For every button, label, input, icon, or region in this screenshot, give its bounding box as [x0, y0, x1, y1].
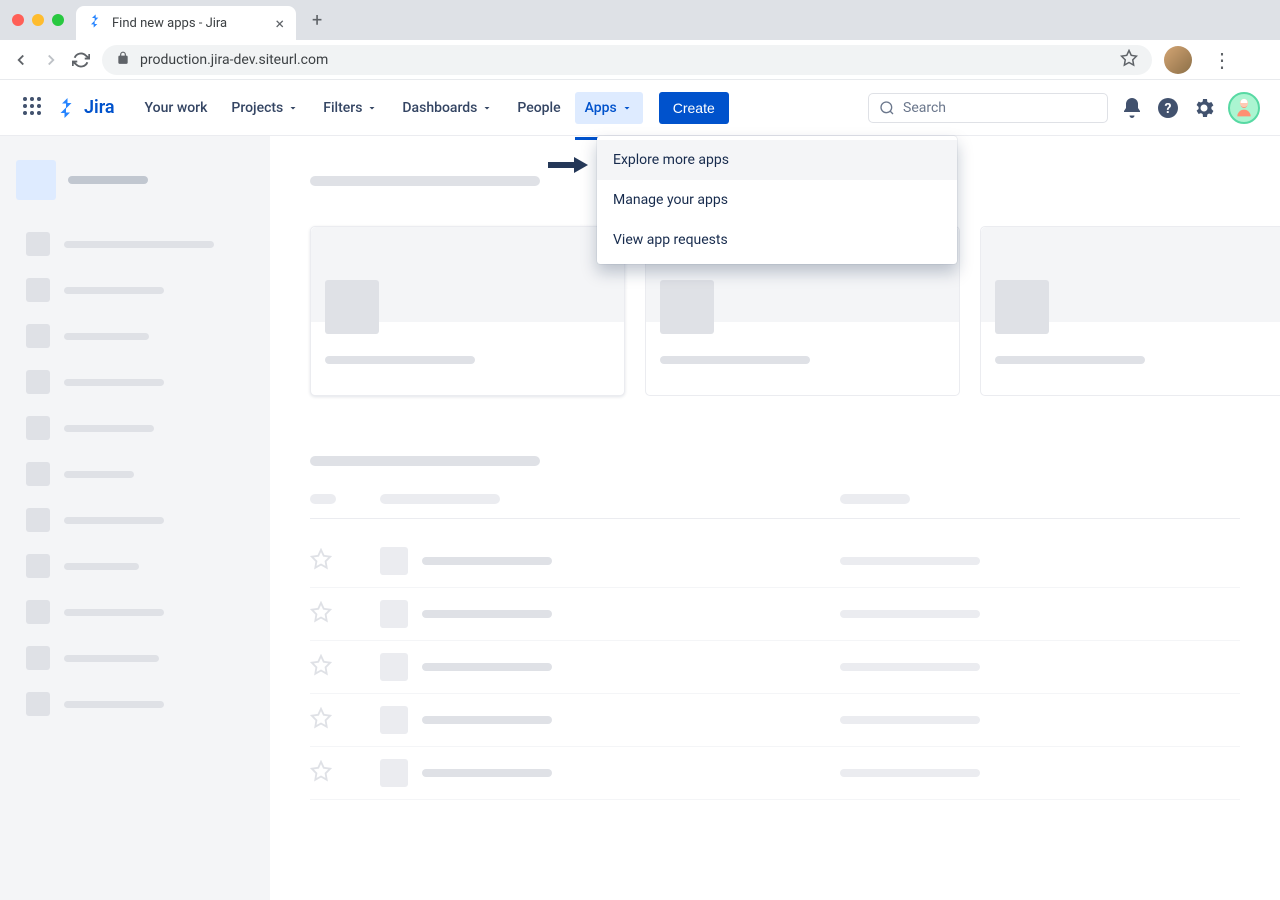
browser-reload-button[interactable]	[72, 51, 90, 69]
skeleton-text	[68, 176, 148, 184]
lock-icon	[116, 51, 130, 69]
window-close[interactable]	[12, 14, 24, 26]
app-card[interactable]	[310, 226, 625, 396]
star-icon[interactable]	[310, 767, 332, 786]
skeleton-icon	[16, 160, 56, 200]
nav-people[interactable]: People	[507, 92, 570, 124]
list-header	[310, 494, 1240, 519]
skeleton-heading	[310, 176, 540, 186]
search-icon	[879, 100, 895, 116]
sidebar-item[interactable]	[16, 270, 254, 310]
sidebar-item[interactable]	[16, 454, 254, 494]
address-bar[interactable]: production.jira-dev.siteurl.com	[102, 45, 1152, 75]
bookmark-star-icon[interactable]	[1120, 49, 1138, 71]
new-tab-button[interactable]: +	[304, 6, 330, 35]
star-icon[interactable]	[310, 555, 332, 574]
sidebar-item[interactable]	[16, 224, 254, 264]
create-button[interactable]: Create	[659, 92, 729, 124]
sidebar-item[interactable]	[16, 362, 254, 402]
dropdown-explore-more-apps[interactable]: Explore more apps	[597, 140, 957, 180]
star-icon[interactable]	[310, 608, 332, 627]
list-row[interactable]	[310, 641, 1240, 694]
main-nav: Your work Projects Filters Dashboards Pe…	[135, 92, 729, 124]
settings-icon[interactable]	[1192, 96, 1216, 120]
notifications-icon[interactable]	[1120, 96, 1144, 120]
nav-projects[interactable]: Projects	[221, 92, 309, 124]
sidebar-item[interactable]	[16, 316, 254, 356]
product-name: Jira	[84, 97, 115, 118]
search-placeholder: Search	[903, 100, 946, 116]
window-maximize[interactable]	[52, 14, 64, 26]
nav-your-work[interactable]: Your work	[135, 92, 218, 124]
apps-dropdown: Explore more apps Manage your apps View …	[597, 136, 957, 264]
star-icon[interactable]	[310, 661, 332, 680]
browser-back-button[interactable]	[12, 51, 30, 69]
browser-toolbar: production.jira-dev.siteurl.com ⋮	[0, 40, 1280, 80]
nav-dashboards[interactable]: Dashboards	[392, 92, 503, 124]
dropdown-view-app-requests[interactable]: View app requests	[597, 220, 957, 260]
sidebar-item[interactable]	[16, 546, 254, 586]
browser-menu-icon[interactable]: ⋮	[1204, 48, 1240, 72]
sidebar-header	[16, 160, 254, 200]
sidebar-item[interactable]	[16, 638, 254, 678]
url-text: production.jira-dev.siteurl.com	[140, 52, 328, 68]
search-input[interactable]: Search	[868, 93, 1108, 123]
dropdown-manage-your-apps[interactable]: Manage your apps	[597, 180, 957, 220]
browser-forward-button[interactable]	[42, 51, 60, 69]
sidebar-item[interactable]	[16, 408, 254, 448]
tab-title: Find new apps - Jira	[112, 16, 227, 31]
window-minimize[interactable]	[32, 14, 44, 26]
list-row[interactable]	[310, 535, 1240, 588]
jira-logo[interactable]: Jira	[56, 96, 115, 120]
sidebar-item[interactable]	[16, 684, 254, 724]
sidebar-item[interactable]	[16, 500, 254, 540]
list-row[interactable]	[310, 694, 1240, 747]
help-icon[interactable]: ?	[1156, 96, 1180, 120]
sidebar-item[interactable]	[16, 592, 254, 632]
skeleton-heading	[310, 456, 540, 466]
jira-favicon	[88, 13, 104, 33]
browser-profile-avatar[interactable]	[1164, 46, 1192, 74]
svg-text:?: ?	[1165, 101, 1172, 117]
list-row[interactable]	[310, 747, 1240, 800]
app-switcher-icon[interactable]	[20, 94, 44, 122]
annotation-arrow-icon	[548, 155, 588, 179]
sidebar	[0, 136, 270, 900]
list-row[interactable]	[310, 588, 1240, 641]
browser-tab-bar: Find new apps - Jira × +	[0, 0, 1280, 40]
user-avatar[interactable]	[1228, 92, 1260, 124]
tab-close-icon[interactable]: ×	[275, 14, 284, 33]
browser-tab[interactable]: Find new apps - Jira ×	[76, 6, 296, 40]
star-icon[interactable]	[310, 714, 332, 733]
window-controls	[12, 14, 64, 26]
nav-filters[interactable]: Filters	[313, 92, 388, 124]
nav-apps[interactable]: Apps	[575, 92, 643, 124]
jira-header: Jira Your work Projects Filters Dashboar…	[0, 80, 1280, 136]
header-right: Search ?	[868, 92, 1260, 124]
app-card[interactable]	[980, 226, 1280, 396]
